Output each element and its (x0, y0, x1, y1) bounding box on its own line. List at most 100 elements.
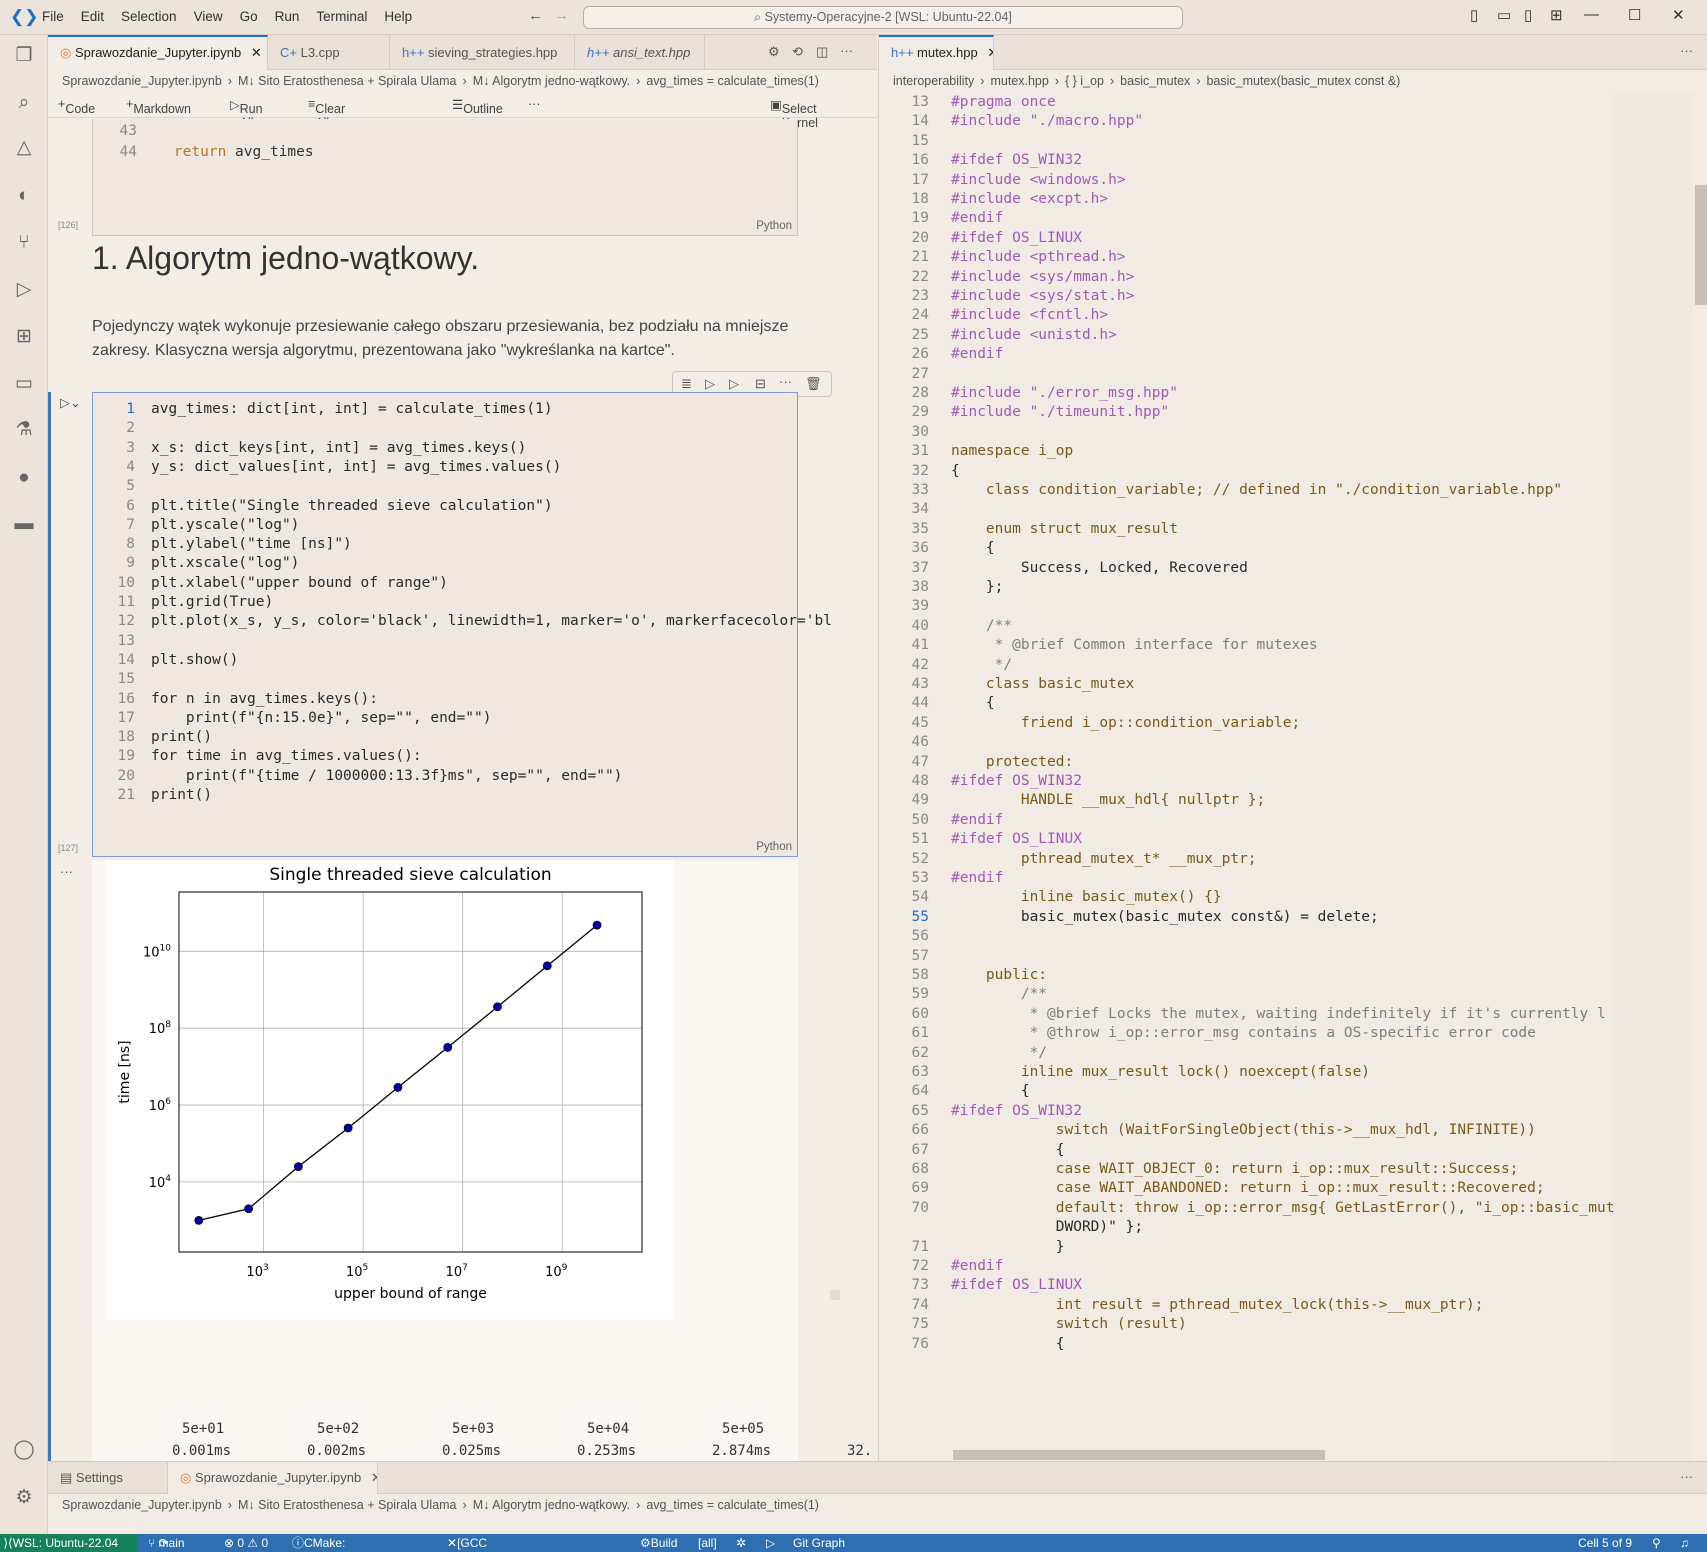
breadcrumb-item[interactable]: avg_times = calculate_times(1) (646, 1498, 819, 1512)
menu-item[interactable]: View (194, 9, 223, 24)
breadcrumb-item[interactable]: M↓ Algorytm jedno-wątkowy. (473, 1498, 630, 1512)
active-code-cell[interactable]: 1 2 3 4 5 6 7 8 9 10 11 12 13 14 15 16 17 18 19 20 21 avg_ti… (92, 392, 832, 857)
accounts-icon[interactable]: ◯ (11, 1437, 37, 1463)
breadcrumb-item[interactable]: interoperability (893, 74, 974, 88)
menu-item[interactable]: File (42, 9, 64, 24)
more-toolbar-button[interactable]: ··· (528, 97, 541, 111)
cmake-kit[interactable]: ✕ [GCC 12.1.0 x86_64-linux-gnu] (447, 1534, 487, 1552)
manage-gear-icon[interactable]: ⚙ (11, 1485, 37, 1511)
tab-sieving-strategies[interactable]: h++ sieving_strategies.hpp (390, 35, 575, 70)
menu-item[interactable]: Selection (121, 9, 177, 24)
toggle-secondary-sidebar-icon[interactable]: ▯ (1524, 6, 1532, 24)
tab-sprawozdanie-jupyter[interactable]: ◎ Sprawozdanie_Jupyter.ipynb ✕ (168, 1462, 378, 1494)
cell-language[interactable]: Python (756, 841, 792, 853)
search-icon[interactable]: ⌕ (11, 90, 37, 116)
resize-handle[interactable] (830, 1290, 840, 1300)
extensions-icon[interactable]: ⊞ (11, 324, 37, 350)
build-button[interactable]: ⚙ Build (640, 1534, 677, 1552)
timeline-icon[interactable]: ⟲ (792, 44, 803, 60)
folder-icon[interactable]: ▬ (11, 511, 37, 537)
debug-icon[interactable]: ✲ (736, 1534, 746, 1552)
cmake-icon[interactable]: △ (11, 135, 37, 161)
menu-item[interactable]: Go (240, 9, 258, 24)
more-actions-icon[interactable]: ··· (840, 43, 853, 58)
breadcrumb-item[interactable]: { } i_op (1065, 74, 1104, 88)
breadcrumb-item[interactable]: avg_times = calculate_times(1) (646, 74, 819, 88)
run-debug-icon[interactable]: ▷ (11, 277, 37, 303)
breadcrumb-item[interactable]: Sprawozdanie_Jupyter.ipynb (62, 1498, 222, 1512)
maximize-icon[interactable]: ☐ (1628, 6, 1641, 24)
command-center-search[interactable]: ⌕ Systemy-Operacyjne-2 [WSL: Ubuntu-22.0… (583, 6, 1183, 29)
code-line: basic_mutex(basic_mutex const&) = delete… (951, 908, 1379, 925)
close-icon[interactable]: ✕ (987, 45, 993, 60)
cell-output: Single threaded sieve calculation 103 105 1… (92, 860, 872, 1480)
source-control-icon[interactable]: ⑂ (11, 230, 37, 256)
customize-layout-icon[interactable]: ⊞ (1550, 6, 1563, 24)
clear-outputs-button[interactable]: ≡ Clear All Outputs (308, 97, 359, 144)
settings-gear-icon[interactable]: ⚙ (768, 44, 780, 60)
minimap[interactable] (1613, 92, 1693, 1461)
breadcrumb-item[interactable]: M↓ Sito Eratosthenesa + Spirala Ulama (238, 74, 457, 88)
run-by-line-icon[interactable]: ≣ (681, 376, 692, 392)
tab-sprawozdanie-jupyter[interactable]: ◎ Sprawozdanie_Jupyter.ipynb ✕ (48, 35, 268, 70)
github-icon[interactable]: ● (11, 465, 37, 491)
editor-horizontal-scrollbar[interactable] (953, 1450, 1325, 1460)
add-code-button[interactable]: + Code (58, 97, 95, 116)
split-cell-icon[interactable]: ⊟ (755, 376, 766, 392)
edge-icon[interactable]: ◐ (11, 183, 37, 209)
menu-item[interactable]: Run (275, 9, 300, 24)
toggle-panel-icon[interactable]: ▭ (1497, 6, 1511, 24)
more-actions-icon[interactable]: ··· (1680, 43, 1693, 58)
output-more-icon[interactable]: ··· (60, 864, 73, 879)
cell-indicator[interactable]: Cell 5 of 9 (1578, 1534, 1632, 1552)
toggle-sidebar-icon[interactable]: ▯ (1470, 6, 1478, 24)
breadcrumb-item[interactable]: M↓ Algorytm jedno-wątkowy. (473, 74, 630, 88)
remote-indicator[interactable]: ⟩⟨ WSL: Ubuntu-22.04 (0, 1534, 138, 1552)
back-arrow-icon[interactable]: ← (528, 7, 543, 24)
breadcrumb-item[interactable]: M↓ Sito Eratosthenesa + Spirala Ulama (238, 1498, 457, 1512)
git-graph-button[interactable]: Git Graph (793, 1534, 845, 1552)
execute-below-icon[interactable]: ▷ (729, 376, 739, 392)
breadcrumb-item[interactable]: Sprawozdanie_Jupyter.ipynb (62, 74, 222, 88)
add-markdown-button[interactable]: + Markdown (126, 97, 191, 116)
editor-vertical-scrollbar[interactable] (1695, 185, 1707, 305)
run-all-button[interactable]: ▷ Run All (230, 97, 263, 130)
close-icon[interactable]: ✕ (251, 45, 262, 60)
previous-code-cell[interactable]: 43 44 return avg_times Python (92, 119, 798, 236)
minimize-icon[interactable]: — (1584, 6, 1599, 23)
remote-feedback-icon[interactable]: ⚲ (1652, 1534, 1661, 1552)
run-cell-icon[interactable]: ▷⌄ (60, 395, 81, 411)
notifications-bell-icon[interactable]: ♫ (1680, 1534, 1689, 1552)
more-cell-actions-icon[interactable]: ··· (779, 374, 792, 389)
explorer-icon[interactable]: ❐ (11, 43, 37, 69)
close-window-icon[interactable]: ✕ (1672, 6, 1685, 24)
cmake-status[interactable]: ⓘ CMake: [Debug]: Ready (292, 1534, 345, 1552)
forward-arrow-icon[interactable]: → (554, 7, 569, 24)
outline-button[interactable]: ☰ Outline (452, 97, 503, 116)
tab-mutex-hpp[interactable]: h++ mutex.hpp ✕ (879, 35, 994, 70)
menu-item[interactable]: Terminal (316, 9, 367, 24)
code-line: class condition_variable; // defined in … (951, 482, 1563, 498)
more-actions-icon[interactable]: ··· (1680, 1469, 1693, 1484)
breadcrumb-item[interactable]: basic_mutex (1120, 74, 1190, 88)
cell-language[interactable]: Python (756, 220, 792, 232)
problems-indicator[interactable]: ⊗ 0 ⚠ 0 (224, 1534, 268, 1552)
tab-settings[interactable]: ▤ Settings (48, 1462, 168, 1494)
launch-icon[interactable]: ▷ (766, 1534, 775, 1552)
tab-l3-cpp[interactable]: C+ L3.cpp (268, 35, 390, 70)
tab-ansi-text[interactable]: h++ ansi_text.hpp (575, 35, 705, 70)
select-kernel-button[interactable]: ▣ Select Kernel (770, 97, 818, 130)
remote-explorer-icon[interactable]: ▭ (11, 371, 37, 397)
delete-cell-icon[interactable]: 🗑 (805, 376, 822, 392)
close-icon[interactable]: ✕ (371, 1470, 377, 1485)
branch-indicator[interactable]: ⑂ main ⟳ (148, 1534, 185, 1552)
menu-item[interactable]: Help (384, 9, 412, 24)
menu-item[interactable]: Edit (81, 9, 104, 24)
testing-icon[interactable]: ⚗ (11, 417, 37, 443)
split-editor-icon[interactable]: ◫ (816, 44, 828, 60)
breadcrumb-item[interactable]: basic_mutex(basic_mutex const &) (1206, 74, 1400, 88)
breadcrumb-item[interactable]: mutex.hpp (990, 74, 1048, 88)
execute-above-icon[interactable]: ▷ (705, 376, 715, 392)
build-target[interactable]: [all] (698, 1534, 717, 1552)
code-editor[interactable]: 13 14 15 16 17 18 19 20 21 22 23 24 25 26 27 28 29 30 31 32… (879, 92, 1614, 1461)
